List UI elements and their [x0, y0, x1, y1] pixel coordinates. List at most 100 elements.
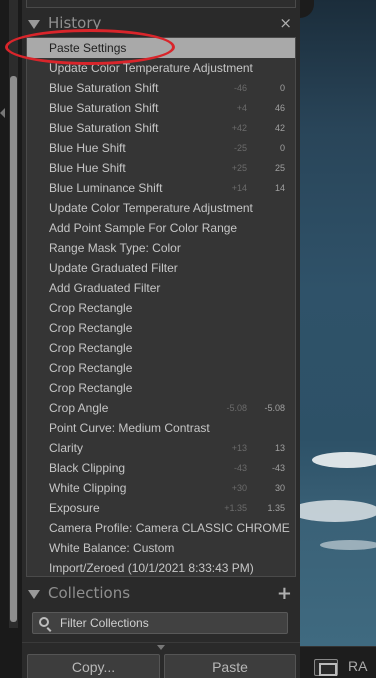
history-item-value: -43 [271, 463, 285, 473]
history-item-label: Blue Hue Shift [49, 161, 126, 175]
filter-collections-input[interactable]: Filter Collections [32, 612, 288, 634]
view-mode-partial-label[interactable]: RA [348, 658, 367, 674]
history-item[interactable]: Update Color Temperature Adjustment [27, 198, 295, 218]
history-item-label: Crop Rectangle [49, 341, 133, 355]
history-item[interactable]: Blue Saturation Shift -46 0 [27, 78, 295, 98]
history-item-label: Range Mask Type: Color [49, 241, 181, 255]
history-item-value: 1.35 [267, 503, 285, 513]
history-item-delta: -5.08 [226, 403, 247, 413]
history-item-label: Blue Saturation Shift [49, 81, 159, 95]
history-item[interactable]: Blue Hue Shift +25 25 [27, 158, 295, 178]
history-item-label: Crop Rectangle [49, 361, 133, 375]
history-item-value: 0 [279, 83, 285, 93]
history-item-delta: +42 [231, 123, 247, 133]
history-item[interactable]: Crop Rectangle [27, 298, 295, 318]
photo-wave [320, 540, 376, 550]
history-item[interactable]: Crop Rectangle [27, 378, 295, 398]
history-item-delta: +25 [231, 163, 247, 173]
history-item-value: 46 [274, 103, 285, 113]
history-item-value: 13 [274, 443, 285, 453]
history-item-delta: -46 [233, 83, 247, 93]
history-item[interactable]: Blue Saturation Shift +42 42 [27, 118, 295, 138]
photo-corner [300, 0, 314, 18]
history-item[interactable]: Add Point Sample For Color Range [27, 218, 295, 238]
history-item-label: Exposure [49, 501, 100, 515]
view-toolbar: RA [300, 646, 376, 678]
collapse-triangle-icon[interactable] [28, 20, 40, 29]
panel-collapse-arrow-icon[interactable] [0, 108, 5, 118]
history-item-label: Crop Angle [49, 401, 109, 415]
history-item[interactable]: White Clipping +30 30 [27, 478, 295, 498]
history-item-delta: +30 [231, 483, 247, 493]
history-item-delta: +13 [231, 443, 247, 453]
history-item[interactable]: Point Curve: Medium Contrast [27, 418, 295, 438]
collapse-triangle-icon[interactable] [28, 590, 40, 599]
filter-collections-label: Filter Collections [60, 616, 149, 630]
history-item[interactable]: Range Mask Type: Color [27, 238, 295, 258]
history-item-label: Crop Rectangle [49, 321, 133, 335]
history-item-label: Camera Profile: Camera CLASSIC CHROME [49, 521, 290, 535]
scrollbar-thumb[interactable] [10, 76, 17, 622]
history-item-label: Crop Rectangle [49, 381, 133, 395]
history-item-label: Add Point Sample For Color Range [49, 221, 238, 235]
history-item[interactable]: Crop Rectangle [27, 358, 295, 378]
history-item[interactable]: Crop Angle -5.08 -5.08 [27, 398, 295, 418]
history-item-label: Clarity [49, 441, 84, 455]
add-icon[interactable]: + [277, 583, 292, 604]
history-item[interactable]: Black Clipping -43 -43 [27, 458, 295, 478]
history-item[interactable]: White Balance: Custom [27, 538, 295, 558]
history-item-label: Black Clipping [49, 461, 126, 475]
history-item-value: 14 [274, 183, 285, 193]
history-item-label: Add Graduated Filter [49, 281, 161, 295]
history-item[interactable]: Crop Rectangle [27, 338, 295, 358]
copy-button[interactable]: Copy... [27, 654, 160, 678]
history-item-value: 42 [274, 123, 285, 133]
history-item-label: Blue Hue Shift [49, 141, 126, 155]
history-item-value: 0 [279, 143, 285, 153]
history-item-label: Blue Saturation Shift [49, 101, 159, 115]
paste-button[interactable]: Paste [164, 654, 296, 678]
history-item[interactable]: Add Graduated Filter [27, 278, 295, 298]
history-item-delta: +4 [236, 103, 247, 113]
history-item-delta: +14 [231, 183, 247, 193]
history-item-delta: -25 [233, 143, 247, 153]
history-item[interactable]: Blue Hue Shift -25 0 [27, 138, 295, 158]
history-item-label: Point Curve: Medium Contrast [49, 421, 210, 435]
annotation-highlight-ellipse [5, 29, 175, 65]
photo-wave [312, 452, 376, 468]
history-item[interactable]: Import/Zeroed (10/1/2021 8:33:43 PM) [27, 558, 295, 576]
history-item-delta: +1.35 [224, 503, 247, 513]
history-item[interactable]: Blue Saturation Shift +4 46 [27, 98, 295, 118]
divider [22, 642, 300, 643]
loupe-view-icon[interactable] [314, 659, 338, 676]
collections-title: Collections [48, 584, 131, 602]
history-item-label: Update Graduated Filter [49, 261, 178, 275]
history-item[interactable]: Camera Profile: Camera CLASSIC CHROME [27, 518, 295, 538]
left-panel: History × Paste Settings Update Color Tem… [22, 0, 300, 678]
history-item-delta: -43 [233, 463, 247, 473]
photo-wave [300, 500, 376, 522]
previous-panel-edge [26, 0, 296, 8]
photo-preview [300, 0, 376, 646]
history-item-label: Crop Rectangle [49, 301, 133, 315]
history-item-value: 25 [274, 163, 285, 173]
history-item[interactable]: Update Graduated Filter [27, 258, 295, 278]
history-item-label: Blue Luminance Shift [49, 181, 163, 195]
history-item-value: -5.08 [264, 403, 285, 413]
search-icon [39, 617, 49, 627]
history-item-label: Blue Saturation Shift [49, 121, 159, 135]
close-icon[interactable]: × [279, 16, 292, 31]
history-item[interactable]: Crop Rectangle [27, 318, 295, 338]
history-item[interactable]: Exposure +1.35 1.35 [27, 498, 295, 518]
history-item-label: White Balance: Custom [49, 541, 175, 555]
history-item-label: White Clipping [49, 481, 127, 495]
history-item[interactable]: Clarity +13 13 [27, 438, 295, 458]
collections-header[interactable]: Collections + [22, 582, 300, 606]
history-item-value: 30 [274, 483, 285, 493]
left-edge-strip [0, 0, 22, 678]
history-item[interactable]: Blue Luminance Shift +14 14 [27, 178, 295, 198]
dropdown-triangle-icon[interactable] [157, 645, 165, 650]
history-item-label: Update Color Temperature Adjustment [49, 201, 253, 215]
history-item-label: Import/Zeroed (10/1/2021 8:33:43 PM) [49, 561, 254, 575]
history-list: Paste Settings Update Color Temperature A… [26, 37, 296, 577]
